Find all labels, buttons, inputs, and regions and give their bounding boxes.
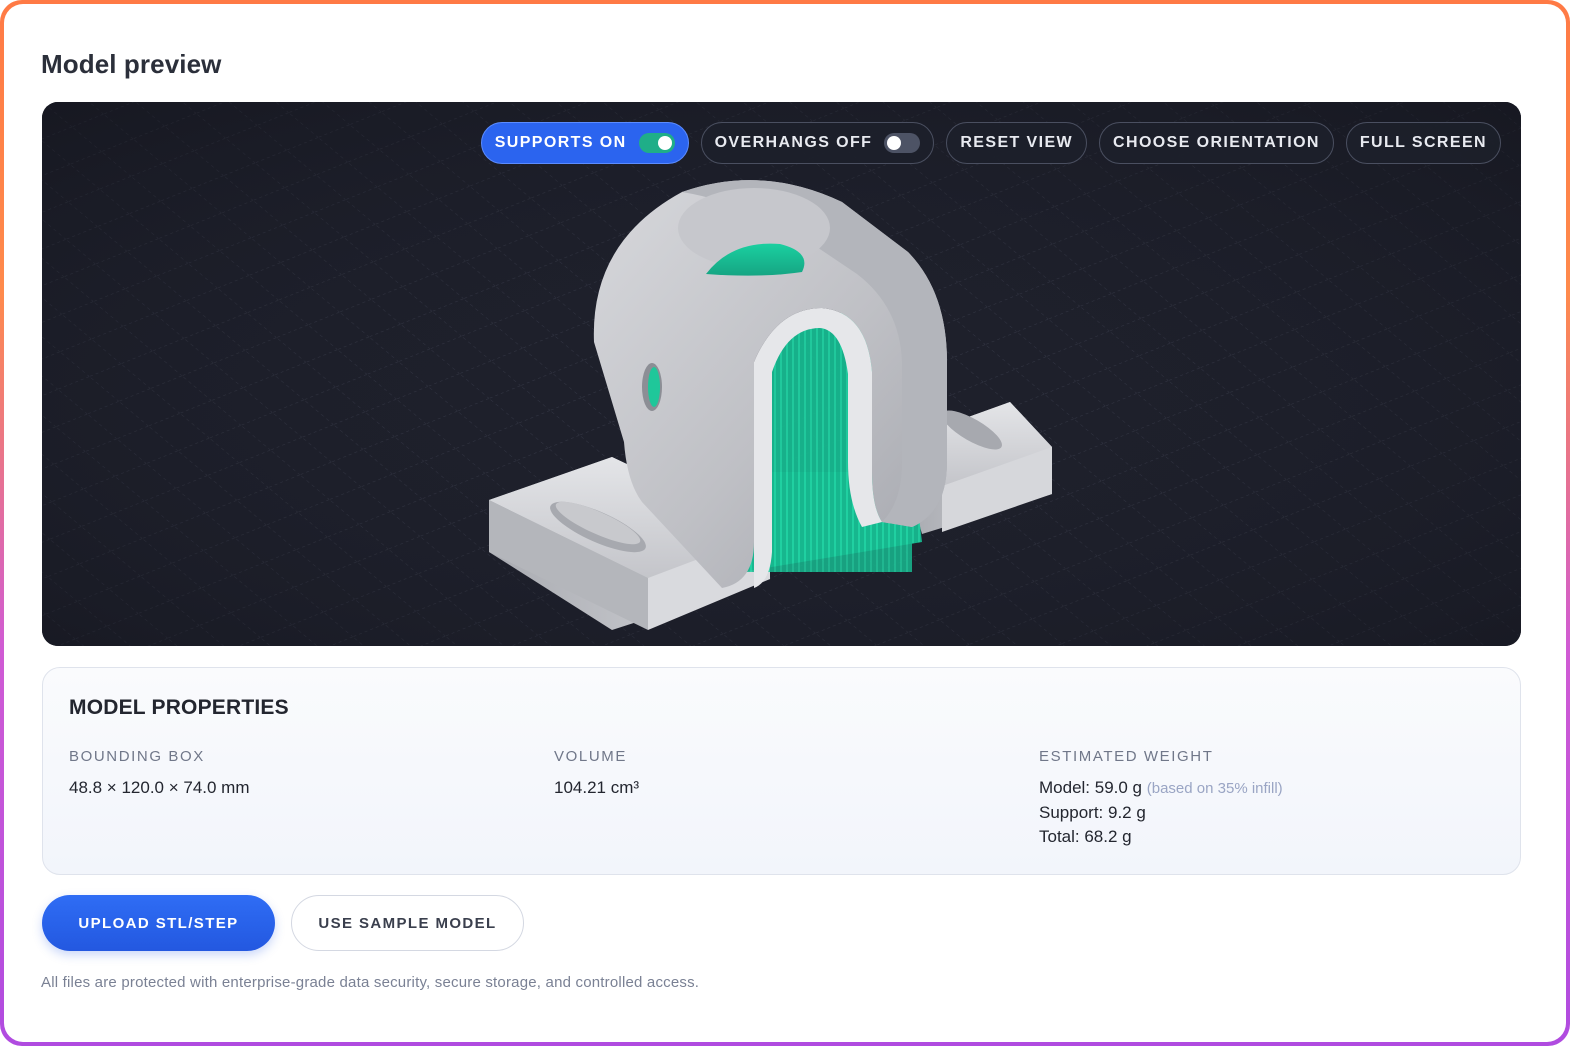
preview-card: Model preview SUPPORTS ON OVERHANGS OFF … — [4, 4, 1566, 1042]
weight-model-line: Model: 59.0 g (based on 35% infill) — [1039, 776, 1283, 801]
overhangs-toggle-label: OVERHANGS OFF — [714, 134, 873, 151]
supports-toggle[interactable]: SUPPORTS ON — [480, 122, 689, 164]
use-sample-model-button[interactable]: USE SAMPLE MODEL — [291, 895, 524, 951]
weight-support: Support: 9.2 g — [1039, 803, 1146, 822]
weight-total: Total: 68.2 g — [1039, 827, 1132, 846]
security-footnote: All files are protected with enterprise-… — [41, 974, 700, 991]
properties-title: MODEL PROPERTIES — [69, 696, 289, 719]
viewer-toolbar: SUPPORTS ON OVERHANGS OFF RESET VIEW CHO… — [480, 122, 1501, 164]
reset-view-button[interactable]: RESET VIEW — [946, 122, 1088, 164]
full-screen-button[interactable]: FULL SCREEN — [1345, 122, 1501, 164]
upload-stl-step-button[interactable]: UPLOAD STL/STEP — [42, 895, 275, 951]
weight-model-note: (based on 35% infill) — [1146, 780, 1283, 797]
weight-group: ESTIMATED WEIGHT Model: 59.0 g (based on… — [1039, 748, 1283, 849]
switch-knob — [657, 136, 672, 150]
supports-toggle-label: SUPPORTS ON — [494, 134, 627, 151]
bounding-box-group: BOUNDING BOX 48.8 × 120.0 × 74.0 mm — [69, 748, 250, 800]
volume-group: VOLUME 104.21 cm³ — [554, 748, 639, 800]
choose-orientation-button[interactable]: CHOOSE ORIENTATION — [1099, 122, 1334, 164]
model-properties-panel: MODEL PROPERTIES BOUNDING BOX 48.8 × 120… — [42, 667, 1521, 875]
bounding-box-label: BOUNDING BOX — [69, 748, 205, 765]
bounding-box-value: 48.8 × 120.0 × 74.0 mm — [69, 778, 250, 797]
page-title: Model preview — [41, 49, 222, 79]
weight-label: ESTIMATED WEIGHT — [1039, 748, 1214, 765]
supports-switch[interactable] — [638, 133, 675, 153]
outer-frame: Model preview SUPPORTS ON OVERHANGS OFF … — [0, 0, 1570, 1046]
switch-knob — [887, 136, 902, 150]
overhangs-switch[interactable] — [884, 133, 921, 153]
model-viewer[interactable]: SUPPORTS ON OVERHANGS OFF RESET VIEW CHO… — [42, 102, 1521, 646]
viewer-scene[interactable] — [42, 102, 1521, 646]
weight-model: Model: 59.0 g — [1039, 778, 1143, 797]
overhangs-toggle[interactable]: OVERHANGS OFF — [700, 122, 935, 164]
volume-value: 104.21 cm³ — [554, 778, 640, 797]
volume-label: VOLUME — [554, 748, 627, 765]
